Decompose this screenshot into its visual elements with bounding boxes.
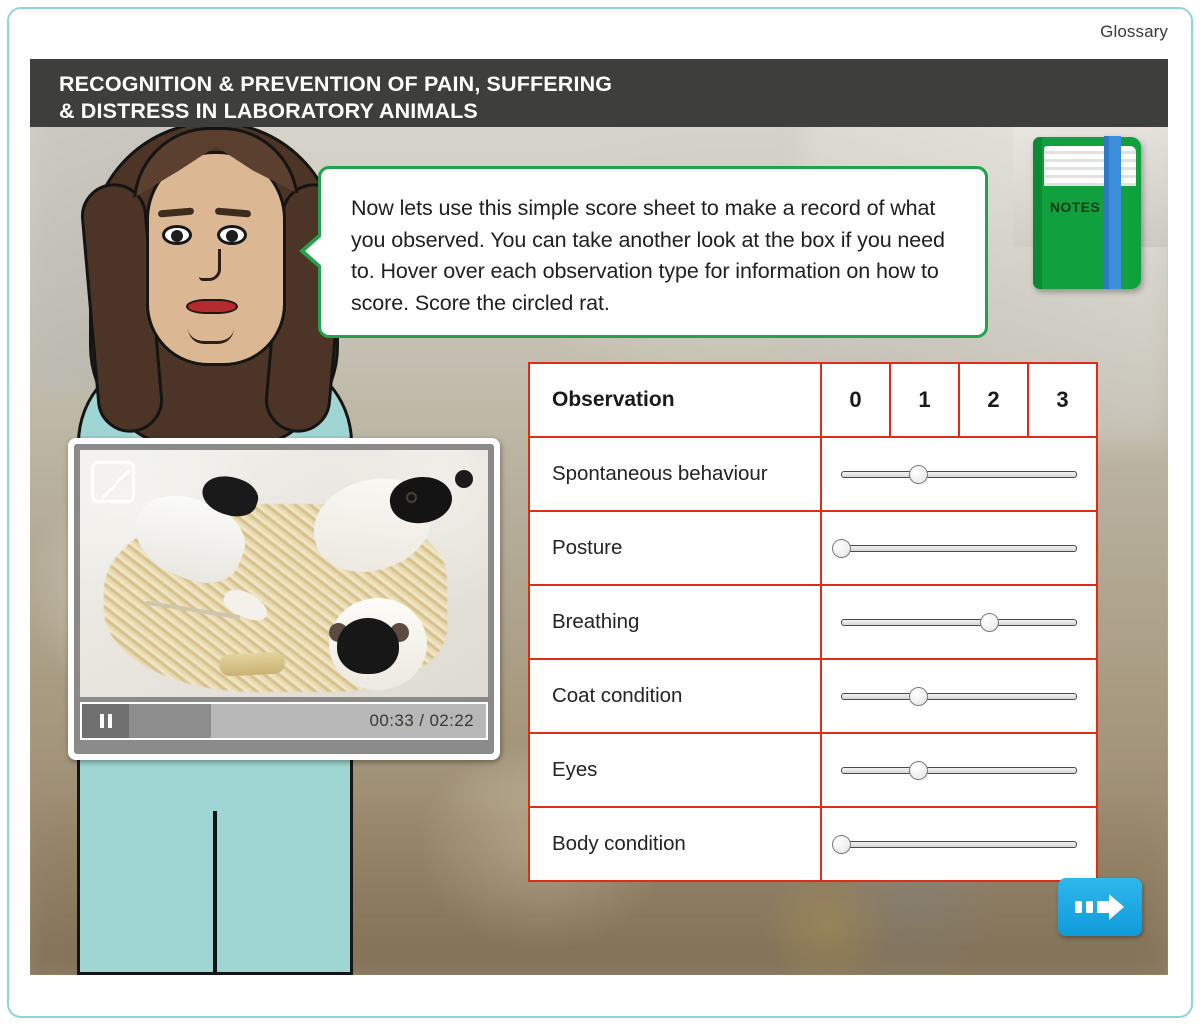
rat-three-head [337,617,400,674]
score-slider-track[interactable] [841,693,1077,700]
character-leg-split [213,811,217,975]
character-mouth [186,299,238,314]
video-time-display: 00:33 / 02:22 [369,711,474,730]
table-row: Spontaneous behaviour [528,436,1098,512]
chew-stick [218,651,286,677]
next-button[interactable] [1058,878,1142,936]
pause-icon[interactable] [82,704,129,738]
observation-label-cell[interactable]: Breathing [528,584,822,660]
score-slider-track[interactable] [841,841,1077,848]
score-slider-cell[interactable] [820,658,1098,734]
pause-bar-right [107,714,112,728]
score-slider[interactable] [841,687,1077,706]
next-arrow-icon [1075,894,1124,920]
score-slider-track[interactable] [841,767,1077,774]
glossary-link[interactable]: Glossary [1100,22,1168,42]
score-slider-track[interactable] [841,471,1077,478]
notes-book-button[interactable]: NOTES [1033,136,1141,289]
observation-label: Spontaneous behaviour [552,462,768,485]
score-slider-thumb[interactable] [980,613,1000,632]
character-pupil-left [171,230,183,242]
score-column-header-0: 0 [820,362,891,438]
score-slider-cell[interactable] [820,806,1098,882]
video-player[interactable]: 00:33 / 02:22 [68,438,500,760]
score-slider-cell[interactable] [820,510,1098,586]
slide-title-bar: RECOGNITION & PREVENTION OF PAIN, SUFFER… [30,59,1168,127]
table-row: Body condition [528,806,1098,882]
score-slider[interactable] [841,761,1077,780]
character-nose [199,249,221,281]
score-slider[interactable] [831,539,1077,558]
score-slider[interactable] [841,465,1077,484]
observation-column-header: Observation [528,362,822,438]
video-progress-fill [129,704,212,738]
observation-label-cell[interactable]: Coat condition [528,658,822,734]
character-pupil-right [226,230,238,242]
rat-two-ear [455,469,474,488]
table-header-row: Observation 0 1 2 3 [528,362,1098,438]
top-bar: Glossary [9,9,1191,59]
observation-label: Breathing [552,610,640,633]
observation-label: Eyes [552,758,598,781]
score-slider-track[interactable] [841,619,1077,626]
page-title-line-2: & DISTRESS IN LABORATORY ANIMALS [59,99,478,123]
slide-stage: RECOGNITION & PREVENTION OF PAIN, SUFFER… [30,59,1168,975]
notebook-pages [1044,146,1136,186]
observation-label: Coat condition [552,684,683,707]
video-player-bezel: 00:33 / 02:22 [74,444,494,754]
speech-bubble: Now lets use this simple score sheet to … [299,166,988,338]
observation-label-cell[interactable]: Spontaneous behaviour [528,436,822,512]
score-slider[interactable] [831,835,1077,854]
notebook-bookmark-edge [1104,136,1109,289]
score-slider-thumb[interactable] [909,687,929,706]
score-slider[interactable] [841,613,1077,632]
video-controls-bar: 00:33 / 02:22 [80,702,488,740]
table-row: Coat condition [528,658,1098,734]
observation-label: Posture [552,536,623,559]
pause-bar-left [99,714,104,728]
observation-label: Body condition [552,832,686,855]
score-slider-thumb[interactable] [831,539,851,558]
score-slider-thumb[interactable] [909,465,929,484]
score-column-header-1: 1 [889,362,960,438]
score-slider-cell[interactable] [820,436,1098,512]
score-column-header-3: 3 [1027,362,1098,438]
expand-icon[interactable] [91,461,135,503]
course-window: Glossary RECOGNITION & PREVENTION OF PAI… [7,7,1193,1018]
observation-label-cell[interactable]: Eyes [528,732,822,808]
speech-bubble-text: Now lets use this simple score sheet to … [351,196,945,315]
score-slider-cell[interactable] [820,732,1098,808]
score-column-header-2: 2 [958,362,1029,438]
score-sheet-table: Observation 0 1 2 3 Spontaneous behaviou… [528,362,1098,882]
score-slider-cell[interactable] [820,584,1098,660]
score-slider-track[interactable] [841,545,1077,552]
observation-label-cell[interactable]: Posture [528,510,822,586]
table-row: Breathing [528,584,1098,660]
score-slider-thumb[interactable] [831,835,851,854]
video-progress-bar[interactable]: 00:33 / 02:22 [129,704,486,738]
score-slider-thumb[interactable] [909,761,929,780]
table-row: Posture [528,510,1098,586]
notebook-spine [1033,137,1042,289]
table-row: Eyes [528,732,1098,808]
speech-bubble-tail-fill [305,235,323,267]
page-title-line-1: RECOGNITION & PREVENTION OF PAIN, SUFFER… [59,72,613,96]
notes-label: NOTES [1049,199,1101,215]
video-screen[interactable] [80,450,488,697]
observation-label-cell[interactable]: Body condition [528,806,822,882]
